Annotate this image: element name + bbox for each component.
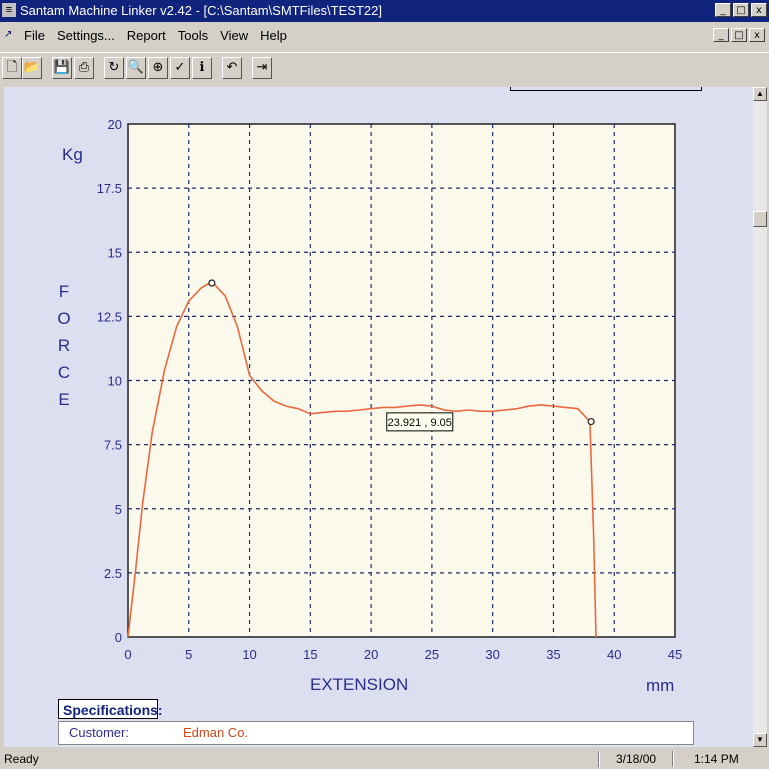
status-separator bbox=[598, 751, 600, 767]
data-marker bbox=[208, 279, 216, 287]
y-tick-label: 12.5 bbox=[97, 309, 122, 324]
x-axis-title: EXTENSION bbox=[310, 675, 408, 694]
y-axis-title-letter: R bbox=[58, 336, 70, 355]
doc-minimize-button[interactable]: _ bbox=[713, 28, 729, 42]
close-button[interactable]: x bbox=[751, 3, 767, 17]
status-bar: Ready 3/18/00 1:14 PM bbox=[0, 749, 769, 769]
y-tick-label: 10 bbox=[108, 374, 122, 389]
scroll-thumb[interactable] bbox=[753, 211, 767, 227]
maximize-button[interactable]: □ bbox=[733, 3, 749, 17]
status-time: 1:14 PM bbox=[694, 752, 739, 766]
title-bar[interactable]: ≡ Santam Machine Linker v2.42 - [C:\Sant… bbox=[0, 0, 769, 22]
x-tick-label: 25 bbox=[425, 647, 439, 662]
scroll-down-button[interactable]: ▼ bbox=[753, 733, 767, 747]
x-tick-label: 20 bbox=[364, 647, 378, 662]
x-tick-label: 0 bbox=[124, 647, 131, 662]
check-button[interactable]: ✓ bbox=[170, 57, 190, 79]
y-tick-label: 5 bbox=[115, 502, 122, 517]
app-icon[interactable]: ≡ bbox=[2, 3, 16, 17]
x-tick-label: 45 bbox=[668, 647, 682, 662]
specifications-heading: Specifications: bbox=[58, 699, 163, 719]
x-tick-label: 10 bbox=[242, 647, 256, 662]
status-separator bbox=[672, 751, 674, 767]
specifications-row: Customer: Edman Co. bbox=[58, 721, 694, 745]
y-unit-label: Kg bbox=[62, 145, 83, 164]
customer-label: Customer: bbox=[69, 725, 129, 740]
data-marker bbox=[587, 417, 595, 426]
y-axis-title-letter: F bbox=[59, 282, 69, 301]
y-tick-label: 7.5 bbox=[104, 438, 122, 453]
open-button[interactable]: 📂 bbox=[22, 57, 42, 79]
window-controls: _ □ x bbox=[715, 3, 767, 17]
document-window-controls: _ □ x bbox=[713, 28, 765, 42]
x-tick-label: 35 bbox=[546, 647, 560, 662]
x-tick-label: 30 bbox=[485, 647, 499, 662]
document-icon[interactable]: ↗ bbox=[4, 28, 20, 42]
document-area: Kg EXTENSION mm 0 5 10 15 20 25 30 35 40 45 0 2.5 5 7… bbox=[4, 87, 753, 747]
y-tick-label: 17.5 bbox=[97, 181, 122, 196]
doc-close-button[interactable]: x bbox=[749, 28, 765, 42]
menu-bar: ↗ File Settings... Report Tools View Hel… bbox=[0, 24, 769, 46]
y-axis-title-letter: C bbox=[58, 363, 70, 382]
menu-file[interactable]: File bbox=[24, 28, 45, 43]
y-tick-label: 15 bbox=[108, 245, 122, 260]
y-tick-label: 0 bbox=[115, 630, 122, 645]
coordinate-readout: 23.921 , 9.05 bbox=[388, 417, 452, 429]
x-tick-label: 15 bbox=[303, 647, 317, 662]
undo-button[interactable]: ↶ bbox=[222, 57, 242, 79]
vertical-scrollbar[interactable]: ▲ ▼ bbox=[753, 87, 767, 747]
crosshair-button[interactable]: ⊕ bbox=[148, 57, 168, 79]
menu-settings[interactable]: Settings... bbox=[57, 28, 115, 43]
new-button[interactable]: 🗋 bbox=[2, 57, 22, 79]
status-date: 3/18/00 bbox=[616, 752, 657, 766]
export-button[interactable]: ⇥ bbox=[252, 57, 272, 79]
x-unit-label: mm bbox=[646, 676, 674, 695]
info-button[interactable]: ℹ bbox=[192, 57, 212, 79]
print-preview-button[interactable]: 🔍 bbox=[126, 57, 146, 79]
y-axis-title-letter: O bbox=[57, 309, 70, 328]
menu-report[interactable]: Report bbox=[127, 28, 166, 43]
print-button[interactable]: ⎙ bbox=[74, 57, 94, 79]
menu-help[interactable]: Help bbox=[260, 28, 287, 43]
force-extension-chart[interactable]: Kg EXTENSION mm 0 5 10 15 20 25 30 35 40 45 0 2.5 5 7… bbox=[4, 87, 753, 697]
doc-restore-button[interactable]: □ bbox=[731, 28, 747, 42]
menu-tools[interactable]: Tools bbox=[178, 28, 208, 43]
y-axis-title-letter: E bbox=[58, 390, 69, 409]
reload-button[interactable]: ↻ bbox=[104, 57, 124, 79]
window-title: Santam Machine Linker v2.42 - [C:\Santam… bbox=[20, 3, 382, 18]
save-button[interactable]: 💾 bbox=[52, 57, 72, 79]
customer-value: Edman Co. bbox=[183, 725, 249, 740]
menu-view[interactable]: View bbox=[220, 28, 248, 43]
x-tick-label: 40 bbox=[607, 647, 621, 662]
toolbar: 🗋 📂 💾 ⎙ ↻ 🔍 ⊕ ✓ ℹ ↶ ⇥ bbox=[0, 52, 769, 85]
scroll-up-button[interactable]: ▲ bbox=[753, 87, 767, 101]
y-tick-label: 20 bbox=[108, 117, 122, 132]
application-window: ≡ Santam Machine Linker v2.42 - [C:\Sant… bbox=[0, 0, 769, 769]
status-text: Ready bbox=[4, 752, 39, 766]
x-tick-label: 5 bbox=[185, 647, 192, 662]
minimize-button[interactable]: _ bbox=[715, 3, 731, 17]
y-tick-label: 2.5 bbox=[104, 566, 122, 581]
